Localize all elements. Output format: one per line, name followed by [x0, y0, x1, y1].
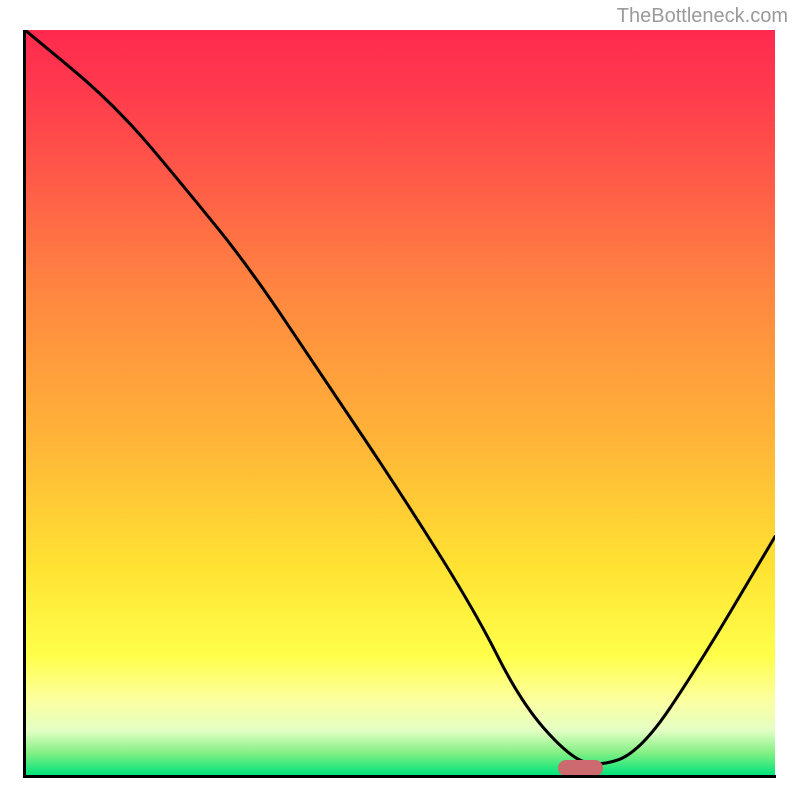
chart-container: TheBottleneck.com: [0, 0, 800, 800]
optimal-point-marker: [558, 760, 603, 776]
watermark-text: TheBottleneck.com: [617, 5, 788, 28]
plot-area: [25, 30, 775, 775]
bottleneck-curve: [25, 30, 775, 775]
y-axis-line: [23, 30, 26, 778]
x-axis-line: [23, 775, 776, 778]
